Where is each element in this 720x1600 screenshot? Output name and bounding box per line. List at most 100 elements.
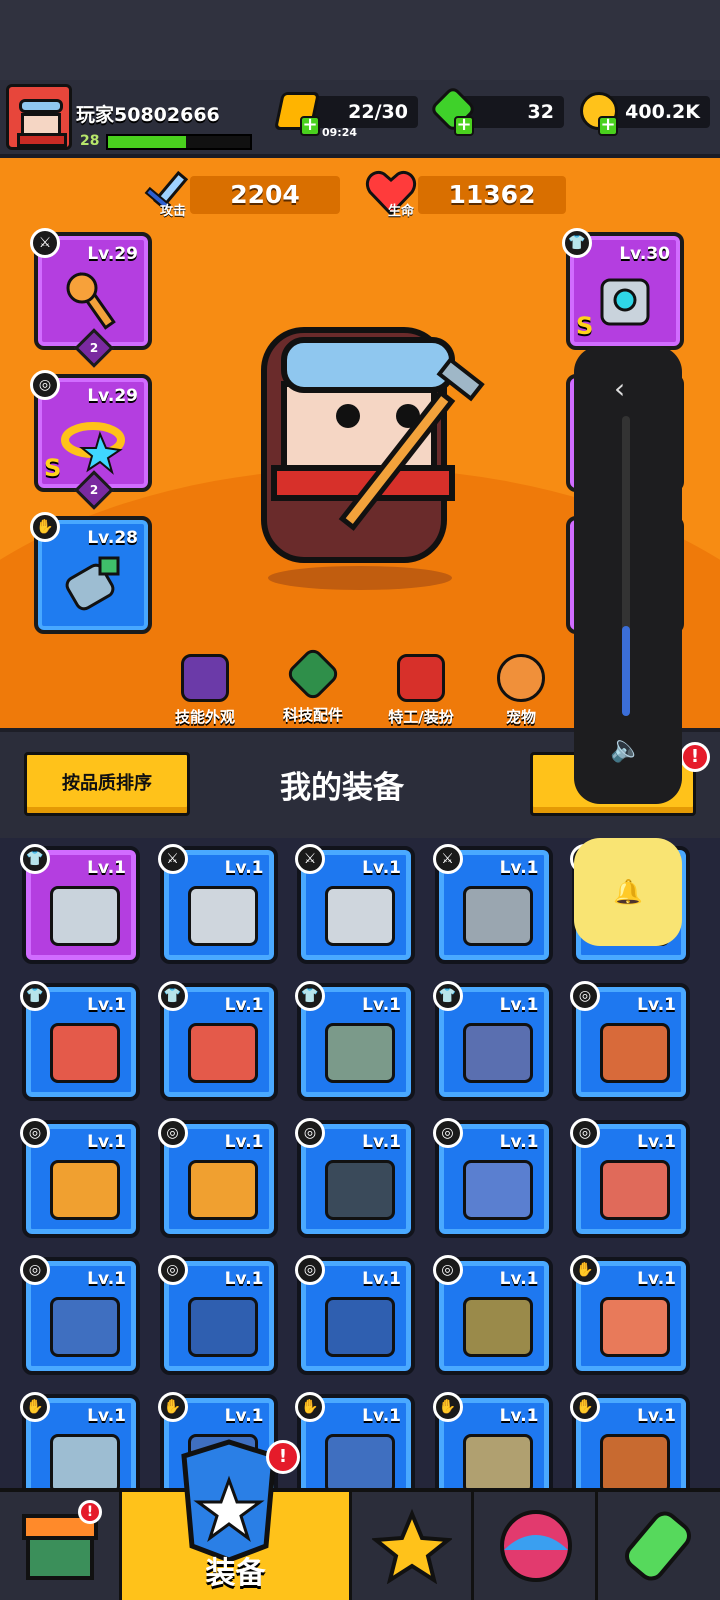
- item-type-icon: ⚔: [295, 844, 325, 874]
- item-level: Lv.1: [637, 1406, 676, 1426]
- player-avatar[interactable]: [6, 84, 72, 150]
- item-type-icon: ◎: [20, 1255, 50, 1285]
- inventory-item[interactable]: ✋ Lv.1: [295, 1392, 415, 1488]
- equipped-ring-stars: 2: [89, 483, 99, 497]
- item-type-icon: ⚔: [157, 844, 188, 874]
- inventory-item[interactable]: 👕 Lv.1: [157, 981, 278, 1101]
- item-art-icon: [187, 886, 258, 946]
- item-type-icon: 👕: [295, 981, 325, 1011]
- speaker-icon[interactable]: 🔈: [610, 734, 642, 764]
- equipped-weapon-level: Lv.29: [87, 244, 138, 264]
- inventory-item[interactable]: ◎ Lv.1: [20, 1118, 140, 1238]
- item-type-icon: ◎: [570, 1118, 600, 1148]
- add-energy-button[interactable]: +: [300, 116, 320, 136]
- agent-outfit-button[interactable]: 特工/装扮: [366, 654, 476, 727]
- item-level: Lv.1: [637, 1269, 676, 1289]
- tab-battle[interactable]: [352, 1492, 474, 1600]
- item-type-icon: ✋: [570, 1392, 600, 1422]
- inventory-item[interactable]: 👕 Lv.1: [432, 981, 553, 1101]
- inventory-item[interactable]: ◎ Lv.1: [295, 1118, 415, 1238]
- spear-icon: [66, 272, 116, 330]
- volume-slider[interactable]: [622, 416, 630, 716]
- player-level: 28: [80, 133, 100, 149]
- inventory-item[interactable]: 👕 Lv.1: [20, 844, 140, 964]
- hat-icon: [181, 654, 229, 702]
- bell-icon[interactable]: 🔔: [574, 838, 682, 946]
- item-art-icon: [462, 1023, 533, 1083]
- item-art-icon: [462, 1434, 533, 1488]
- tab-evolve[interactable]: [598, 1492, 720, 1600]
- tech-parts-button[interactable]: 科技配件: [258, 645, 368, 725]
- tab-gacha[interactable]: [474, 1492, 598, 1600]
- item-level: Lv.1: [362, 858, 401, 878]
- skill-skin-button[interactable]: 技能外观: [150, 654, 260, 727]
- inventory-item[interactable]: ✋ Lv.1: [432, 1392, 553, 1488]
- inventory-item[interactable]: 👕 Lv.1: [20, 981, 140, 1101]
- inventory-item[interactable]: ◎ Lv.1: [157, 1255, 278, 1375]
- item-type-icon: ◎: [432, 1255, 463, 1285]
- tab-shop[interactable]: !: [0, 1492, 122, 1600]
- item-level: Lv.1: [637, 995, 676, 1015]
- equipped-weapon-slot[interactable]: ⚔ Lv.29 2: [30, 228, 152, 368]
- item-art-icon: [462, 1297, 533, 1357]
- item-level: Lv.1: [87, 1132, 126, 1152]
- add-coins-button[interactable]: +: [598, 116, 618, 136]
- star-swords-icon: [372, 1508, 452, 1584]
- inventory-item[interactable]: ✋ Lv.1: [570, 1255, 690, 1375]
- chevron-left-icon[interactable]: ‹: [614, 372, 625, 405]
- item-art-icon: [50, 1023, 120, 1083]
- inventory-item[interactable]: ◎ Lv.1: [570, 1118, 690, 1238]
- equipped-armor-slot[interactable]: 👕 Lv.30 S: [562, 228, 684, 350]
- inventory-item[interactable]: ◎ Lv.1: [157, 1118, 278, 1238]
- item-type-icon: 👕: [432, 981, 463, 1011]
- item-level: Lv.1: [87, 1269, 126, 1289]
- item-level: Lv.1: [362, 995, 401, 1015]
- inventory-item[interactable]: ✋ Lv.1: [570, 1392, 690, 1488]
- inventory-item[interactable]: ⚔ Lv.1: [157, 844, 278, 964]
- xp-bar-fill: [108, 136, 187, 148]
- armor-type-icon: 👕: [562, 228, 592, 258]
- shortcut-label: 技能外观: [174, 708, 235, 726]
- alert-badge: !: [680, 742, 710, 772]
- item-art-icon: [50, 886, 120, 946]
- item-level: Lv.1: [499, 1132, 539, 1152]
- item-art-icon: [600, 1297, 670, 1357]
- item-type-icon: ✋: [157, 1392, 188, 1422]
- item-level: Lv.1: [87, 858, 126, 878]
- inventory-title: 我的装备: [280, 770, 404, 806]
- item-type-icon: 👕: [157, 981, 188, 1011]
- alert-badge: !: [78, 1500, 102, 1524]
- inventory-item[interactable]: ◎ Lv.1: [570, 981, 690, 1101]
- item-type-icon: ✋: [570, 1255, 600, 1285]
- chip-icon: [284, 645, 342, 703]
- shortcut-label: 宠物: [505, 708, 536, 726]
- item-level: Lv.1: [637, 1132, 676, 1152]
- equipped-ring-grade: S: [44, 454, 62, 482]
- inventory-item[interactable]: ◎ Lv.1: [20, 1255, 140, 1375]
- ball-icon: [500, 1510, 572, 1582]
- shortcut-label: 科技配件: [282, 706, 343, 724]
- equipped-ring-slot[interactable]: ◎ Lv.29 S 2: [30, 370, 152, 510]
- energy-timer: 09:24: [322, 126, 358, 139]
- item-level: Lv.1: [224, 1269, 264, 1289]
- inventory-item[interactable]: ◎ Lv.1: [295, 1255, 415, 1375]
- inventory-item[interactable]: ✋ Lv.1: [20, 1392, 140, 1488]
- inventory-item[interactable]: ◎ Lv.1: [432, 1255, 553, 1375]
- tab-equipment[interactable]: ! 装备: [122, 1439, 352, 1600]
- inventory-item[interactable]: ⚔ Lv.1: [295, 844, 415, 964]
- equipped-glove-slot[interactable]: ✋ Lv.28: [30, 512, 152, 634]
- item-level: Lv.1: [224, 1132, 264, 1152]
- item-art-icon: [187, 1023, 258, 1083]
- inventory-item[interactable]: ⚔ Lv.1: [432, 844, 553, 964]
- sort-by-quality-button[interactable]: 按品质排序: [24, 752, 190, 816]
- item-type-icon: ◎: [20, 1118, 50, 1148]
- inventory-item[interactable]: ◎ Lv.1: [432, 1118, 553, 1238]
- attack-value: 2204: [190, 176, 340, 214]
- item-type-icon: ⚔: [432, 844, 463, 874]
- item-art-icon: [187, 1297, 258, 1357]
- item-type-icon: ◎: [570, 981, 600, 1011]
- add-gems-button[interactable]: +: [454, 116, 474, 136]
- pet-button[interactable]: 宠物: [466, 654, 576, 727]
- equipped-ring-level: Lv.29: [87, 386, 138, 406]
- inventory-item[interactable]: 👕 Lv.1: [295, 981, 415, 1101]
